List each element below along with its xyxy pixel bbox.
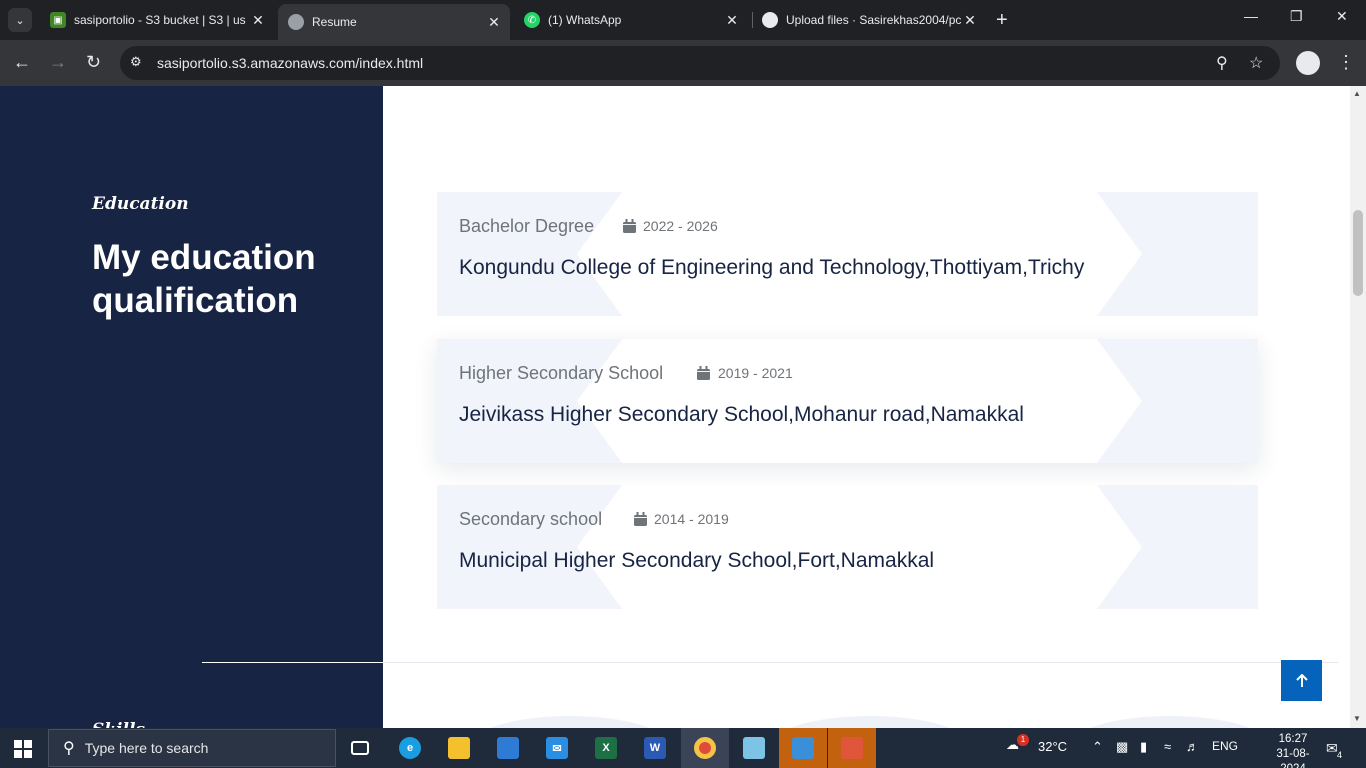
- chrome-icon[interactable]: [681, 728, 729, 768]
- clock-time: 16:27: [1278, 733, 1308, 745]
- new-tab-plus-icon[interactable]: +: [996, 10, 1008, 30]
- forward-arrow-icon[interactable]: →: [49, 52, 67, 72]
- close-icon[interactable]: ✕: [724, 12, 740, 29]
- years-label: 2014 - 2019: [654, 511, 729, 527]
- education-card: Bachelor Degree 2022 - 2026 Kongundu Col…: [437, 192, 1258, 316]
- battery-icon[interactable]: ▮: [1140, 739, 1147, 755]
- tray-chevron-up-icon[interactable]: ⌃: [1092, 739, 1103, 755]
- site-info-icon[interactable]: ⚙: [130, 54, 142, 70]
- tab-title: (1) WhatsApp: [548, 13, 622, 27]
- education-card: Higher Secondary School 2019 - 2021 Jeiv…: [437, 339, 1258, 463]
- wifi-icon[interactable]: ≈: [1164, 739, 1171, 754]
- url-text[interactable]: sasiportolio.s3.amazonaws.com/index.html: [157, 55, 423, 71]
- degree-label: Higher Secondary School: [459, 363, 664, 383]
- globe-icon: [288, 14, 304, 30]
- card-hexagon-decoration: [577, 485, 1142, 609]
- zoom-magnifier-icon[interactable]: ⚲: [1216, 53, 1228, 73]
- window-close-icon[interactable]: ✕: [1336, 8, 1348, 25]
- tab-github-upload[interactable]: Upload files · Sasirekhas2004/pc ✕: [752, 6, 986, 34]
- section-sidebar: [0, 86, 383, 728]
- tab-title: sasiportolio - S3 bucket | S3 | us: [74, 13, 246, 27]
- clock-date: 31-08-2024: [1276, 748, 1310, 768]
- calendar-icon: [697, 366, 710, 380]
- scrollbar-thumb[interactable]: [1353, 210, 1363, 296]
- section-divider: [383, 662, 1338, 663]
- file-explorer-icon[interactable]: [435, 728, 483, 768]
- reload-icon[interactable]: ↻: [86, 52, 101, 72]
- aws-s3-icon: ▣: [50, 12, 66, 28]
- volume-muted-icon[interactable]: ♬: [1186, 739, 1199, 754]
- section-divider: [202, 662, 383, 663]
- card-hexagon-decoration: [577, 192, 1142, 316]
- windows-start-icon[interactable]: [14, 740, 32, 758]
- back-to-top-button[interactable]: [1281, 660, 1322, 701]
- section-title: My education qualification: [92, 238, 316, 320]
- whatsapp-icon: ✆: [524, 12, 540, 28]
- taskbar-search-box[interactable]: ⚲ Type here to search: [48, 729, 336, 767]
- years-label: 2022 - 2026: [643, 218, 718, 234]
- restore-icon[interactable]: ❐: [1290, 8, 1303, 25]
- weather-temperature[interactable]: 32°C: [1038, 739, 1067, 754]
- degree-label: Secondary school: [459, 509, 603, 529]
- edge-icon[interactable]: e: [386, 728, 434, 768]
- institution-name: Municipal Higher Secondary School,Fort,N…: [459, 549, 935, 572]
- background-decoration: [1070, 716, 1270, 728]
- taskbar-clock[interactable]: 16:27 31-08-2024: [1265, 732, 1321, 768]
- arrow-up-icon: [1295, 673, 1308, 687]
- more-menu-icon[interactable]: ⋮: [1337, 52, 1355, 73]
- institution-name: Kongundu College of Engineering and Tech…: [459, 256, 1085, 279]
- next-section-subtitle: Skills: [92, 720, 145, 728]
- tab-whatsapp[interactable]: ✆ (1) WhatsApp ✕: [514, 6, 748, 34]
- tab-resume[interactable]: Resume ✕: [278, 4, 510, 40]
- bookmark-star-icon[interactable]: ☆: [1249, 53, 1263, 73]
- app-pinned-icon[interactable]: [828, 728, 876, 768]
- notification-center-icon[interactable]: ✉: [1326, 740, 1338, 757]
- calendar-icon: [634, 512, 647, 526]
- close-icon[interactable]: ✕: [486, 14, 502, 31]
- tab-s3-bucket[interactable]: ▣ sasiportolio - S3 bucket | S3 | us ✕: [40, 6, 274, 34]
- close-icon[interactable]: ✕: [250, 12, 266, 29]
- taskbar-search-placeholder: Type here to search: [84, 740, 209, 756]
- background-decoration: [470, 716, 670, 728]
- word-icon[interactable]: W: [631, 728, 679, 768]
- browser-toolbar: ← → ↻ ⚙ sasiportolio.s3.amazonaws.com/in…: [0, 40, 1366, 86]
- task-view-icon[interactable]: [336, 728, 384, 768]
- github-icon: [762, 12, 778, 28]
- app-icon[interactable]: [730, 728, 778, 768]
- calendar-icon: [623, 219, 636, 233]
- photos-icon[interactable]: [779, 728, 827, 768]
- institution-name: Jeivikass Higher Secondary School,Mohanu…: [459, 403, 1024, 426]
- browser-tab-strip: ⌄ ▣ sasiportolio - S3 bucket | S3 | us ✕…: [0, 0, 1366, 40]
- address-bar[interactable]: ⚙ sasiportolio.s3.amazonaws.com/index.ht…: [120, 46, 1280, 80]
- page-viewport: Education My education qualification Bac…: [0, 86, 1350, 728]
- years-label: 2019 - 2021: [718, 365, 793, 381]
- page-scrollbar[interactable]: ▲ ▼: [1350, 86, 1366, 728]
- scroll-down-arrow-icon[interactable]: ▼: [1353, 714, 1361, 723]
- education-card: Secondary school 2014 - 2019 Municipal H…: [437, 485, 1258, 609]
- search-icon: ⚲: [63, 740, 75, 757]
- language-indicator[interactable]: ENG: [1212, 739, 1238, 753]
- tab-title: Resume: [312, 15, 357, 29]
- minimize-icon[interactable]: —: [1244, 8, 1258, 24]
- close-icon[interactable]: ✕: [962, 12, 978, 29]
- microsoft-store-icon[interactable]: [484, 728, 532, 768]
- meet-now-icon[interactable]: ▩: [1116, 739, 1128, 755]
- excel-icon[interactable]: X: [582, 728, 630, 768]
- degree-label: Bachelor Degree: [459, 216, 595, 236]
- section-subtitle: Education: [92, 194, 189, 214]
- scroll-up-arrow-icon[interactable]: ▲: [1353, 89, 1361, 98]
- background-decoration: [770, 716, 970, 728]
- mail-icon[interactable]: ✉: [533, 728, 581, 768]
- tab-search-chevron-icon[interactable]: ⌄: [8, 8, 32, 32]
- tab-title: Upload files · Sasirekhas2004/pc: [786, 13, 962, 27]
- windows-taskbar: ⚲ Type here to search e ✉ X W ☁ 1 32°C ⌃…: [0, 728, 1366, 768]
- back-arrow-icon[interactable]: ←: [13, 52, 31, 72]
- profile-avatar-icon[interactable]: [1296, 51, 1320, 75]
- weather-badge: 1: [1017, 734, 1029, 746]
- notification-count: 4: [1337, 750, 1343, 760]
- card-hexagon-decoration: [577, 339, 1142, 463]
